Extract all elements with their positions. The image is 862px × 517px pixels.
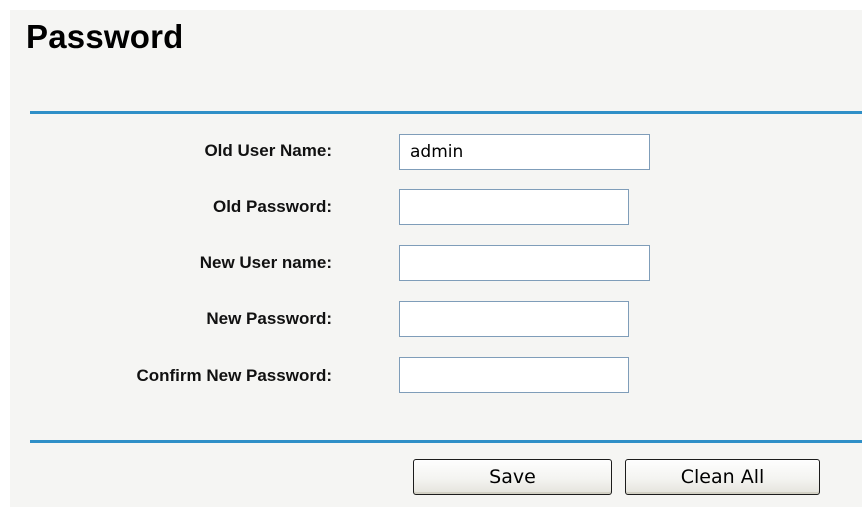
new-user-name-label: New User name: bbox=[199, 253, 332, 272]
confirm-new-password-label: Confirm New Password: bbox=[136, 366, 332, 385]
new-password-label: New Password: bbox=[206, 309, 332, 328]
old-user-name-input[interactable] bbox=[399, 134, 650, 170]
old-password-input[interactable] bbox=[399, 189, 629, 225]
clean-all-button[interactable]: Clean All bbox=[625, 459, 820, 495]
old-user-name-label: Old User Name: bbox=[204, 141, 332, 160]
old-password-label: Old Password: bbox=[212, 197, 332, 216]
top-divider bbox=[30, 111, 862, 114]
page-title: Password bbox=[26, 18, 184, 55]
confirm-new-password-input[interactable] bbox=[399, 357, 629, 393]
new-password-input[interactable] bbox=[399, 301, 629, 337]
save-button[interactable]: Save bbox=[413, 459, 612, 495]
new-user-name-input[interactable] bbox=[399, 245, 650, 281]
bottom-divider bbox=[30, 440, 862, 443]
